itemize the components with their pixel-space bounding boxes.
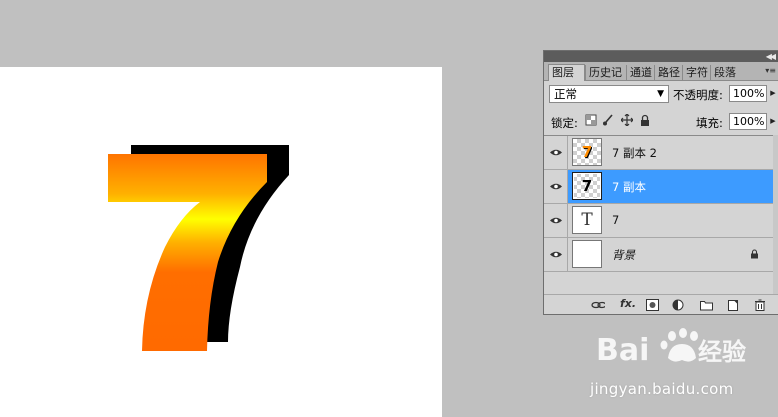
layer-row[interactable]: T 7 xyxy=(544,204,778,238)
collapse-icon[interactable]: ◀◀ xyxy=(766,51,776,62)
new-group-folder-icon[interactable] xyxy=(700,299,714,311)
link-layers-icon[interactable] xyxy=(591,299,605,311)
blend-mode-select[interactable]: 正常 ▼ xyxy=(549,85,669,103)
layer-name[interactable]: 7 xyxy=(612,213,619,227)
tab-layers[interactable]: 图层 xyxy=(548,64,585,81)
layer-thumbnail: 7 xyxy=(572,172,602,200)
canvas-document[interactable] xyxy=(0,67,442,417)
visibility-toggle[interactable] xyxy=(544,204,568,237)
panel-bottom-toolbar: fx. xyxy=(544,294,778,315)
thumbnail-glyph: 7 xyxy=(581,177,593,195)
fill-label: 填充: xyxy=(696,116,723,130)
lock-icon xyxy=(751,249,758,259)
visibility-toggle[interactable] xyxy=(544,238,568,271)
lock-image-pixels-brush-icon[interactable] xyxy=(602,114,614,126)
canvas-artwork xyxy=(108,145,289,351)
layer-row[interactable]: 背景 xyxy=(544,238,778,272)
opacity-label: 不透明度: xyxy=(673,88,723,102)
visibility-toggle[interactable] xyxy=(544,170,568,203)
type-layer-icon: T xyxy=(581,210,593,230)
svg-text:Bai: Bai xyxy=(596,333,649,368)
layer-style-fx-icon[interactable]: fx. xyxy=(620,297,636,310)
layers-scrollbar[interactable] xyxy=(773,135,778,295)
layer-row-selected[interactable]: 7 7 副本 xyxy=(544,170,778,204)
visibility-toggle[interactable] xyxy=(544,136,568,169)
thumbnail-glyph: 7 xyxy=(581,143,593,161)
blend-mode-value: 正常 xyxy=(554,87,577,101)
layer-name[interactable]: 背景 xyxy=(612,247,635,263)
tab-paths[interactable]: 路径 xyxy=(654,65,682,80)
new-layer-icon[interactable] xyxy=(727,299,741,311)
panel-menu-icon[interactable]: ▾≡ xyxy=(765,66,776,75)
opacity-slider-arrow-icon[interactable]: ▶ xyxy=(769,85,777,102)
eye-icon xyxy=(550,183,562,190)
layer-row[interactable]: 7 7 副本 2 xyxy=(544,136,778,170)
tab-history[interactable]: 历史记 xyxy=(585,65,626,80)
add-mask-icon[interactable] xyxy=(646,299,660,311)
watermark-url: jingyan.baidu.com xyxy=(590,380,734,398)
panel-tabs: 图层 历史记 通道 路径 字符 段落 ▾≡ xyxy=(544,62,778,81)
panel-titlebar[interactable]: ◀◀ xyxy=(544,51,778,62)
text-layer-thumbnail: T xyxy=(572,206,602,234)
adjustment-layer-icon[interactable] xyxy=(672,299,686,311)
eye-icon xyxy=(550,251,562,258)
eye-icon xyxy=(550,217,562,224)
lock-all-icon[interactable] xyxy=(639,114,651,126)
tab-character[interactable]: 字符 xyxy=(682,65,710,80)
tab-paragraph[interactable]: 段落 xyxy=(710,65,740,80)
layers-panel: ◀◀ 图层 历史记 通道 路径 字符 段落 ▾≡ 正常 ▼ 不透明度: 100%… xyxy=(543,50,778,315)
layer-thumbnail: 7 xyxy=(572,138,602,166)
fill-field[interactable]: 100% xyxy=(729,113,767,130)
layer-name[interactable]: 7 副本 2 xyxy=(612,145,657,161)
chevron-down-icon: ▼ xyxy=(657,89,664,99)
layer-name[interactable]: 7 副本 xyxy=(612,179,646,195)
lock-transparent-pixels-icon[interactable] xyxy=(585,114,597,126)
delete-layer-trash-icon[interactable] xyxy=(754,299,768,311)
lock-label: 锁定: xyxy=(551,116,578,130)
svg-text:经验: 经验 xyxy=(698,338,746,366)
lock-position-move-icon[interactable] xyxy=(621,114,633,126)
fill-slider-arrow-icon[interactable]: ▶ xyxy=(769,113,777,130)
tab-channels[interactable]: 通道 xyxy=(626,65,654,80)
opacity-field[interactable]: 100% xyxy=(729,85,767,102)
layer-thumbnail xyxy=(572,240,602,268)
layers-list: 7 7 副本 2 7 7 副本 T 7 背景 xyxy=(544,135,778,296)
baidu-logo: Bai 经验 xyxy=(596,328,746,368)
eye-icon xyxy=(550,149,562,156)
baidu-jingyan-watermark: Bai 经验 jingyan.baidu.com xyxy=(590,320,778,415)
